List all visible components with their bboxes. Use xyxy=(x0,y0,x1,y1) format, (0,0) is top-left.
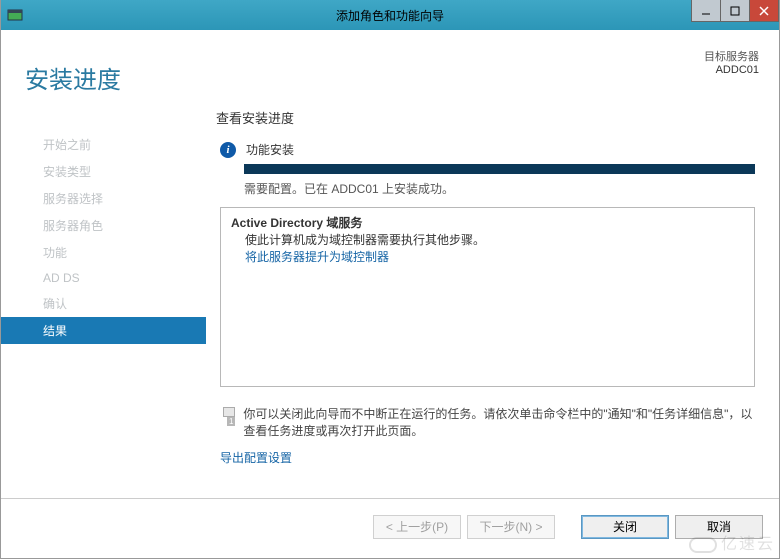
watermark: 亿速云 xyxy=(689,530,775,554)
main-panel: 查看安装进度 i 功能安装 需要配置。已在 ADDC01 上安装成功。 Acti… xyxy=(206,30,779,498)
close-window-button[interactable] xyxy=(749,0,779,22)
result-heading: Active Directory 域服务 xyxy=(231,214,744,231)
section-title: 查看安装进度 xyxy=(216,108,759,127)
status-row: i 功能安装 xyxy=(220,141,759,158)
export-settings-link[interactable]: 导出配置设置 xyxy=(220,449,759,466)
step-before-begin: 开始之前 xyxy=(1,131,206,158)
results-box: Active Directory 域服务 使此计算机成为域控制器需要执行其他步骤… xyxy=(220,207,755,387)
app-icon xyxy=(7,7,23,23)
promote-dc-link[interactable]: 将此服务器提升为域控制器 xyxy=(245,248,744,265)
info-icon: i xyxy=(220,142,236,158)
close-button[interactable]: 关闭 xyxy=(581,515,669,539)
title-bar: 添加角色和功能向导 xyxy=(1,0,779,30)
window-title: 添加角色和功能向导 xyxy=(1,7,779,24)
minimize-button[interactable] xyxy=(691,0,721,22)
window-controls xyxy=(692,0,779,22)
step-results[interactable]: 结果 xyxy=(1,317,206,344)
footer-buttons: < 上一步(P) 下一步(N) > 关闭 取消 xyxy=(1,498,779,554)
step-install-type: 安装类型 xyxy=(1,158,206,185)
maximize-button[interactable] xyxy=(720,0,750,22)
notification-flag-icon xyxy=(220,405,233,429)
status-title: 功能安装 xyxy=(246,141,294,158)
close-note-text: 你可以关闭此向导而不中断正在运行的任务。请依次单击命令栏中的"通知"和"任务详细… xyxy=(243,405,755,439)
step-features: 功能 xyxy=(1,239,206,266)
status-subtext: 需要配置。已在 ADDC01 上安装成功。 xyxy=(244,180,759,197)
step-server-roles: 服务器角色 xyxy=(1,212,206,239)
step-confirm: 确认 xyxy=(1,290,206,317)
left-panel: 安装进度 开始之前 安装类型 服务器选择 服务器角色 功能 AD DS 确认 结… xyxy=(1,30,206,498)
step-adds: AD DS xyxy=(1,266,206,290)
wizard-steps: 开始之前 安装类型 服务器选择 服务器角色 功能 AD DS 确认 结果 xyxy=(1,131,206,344)
step-server-select: 服务器选择 xyxy=(1,185,206,212)
content-area: 目标服务器 ADDC01 安装进度 开始之前 安装类型 服务器选择 服务器角色 … xyxy=(1,30,779,498)
previous-button: < 上一步(P) xyxy=(373,515,461,539)
next-button: 下一步(N) > xyxy=(467,515,555,539)
cloud-icon xyxy=(689,537,717,553)
progress-bar xyxy=(244,164,755,174)
page-title: 安装进度 xyxy=(25,60,206,95)
result-note: 使此计算机成为域控制器需要执行其他步骤。 xyxy=(245,231,744,248)
close-note-row: 你可以关闭此向导而不中断正在运行的任务。请依次单击命令栏中的"通知"和"任务详细… xyxy=(220,405,755,439)
